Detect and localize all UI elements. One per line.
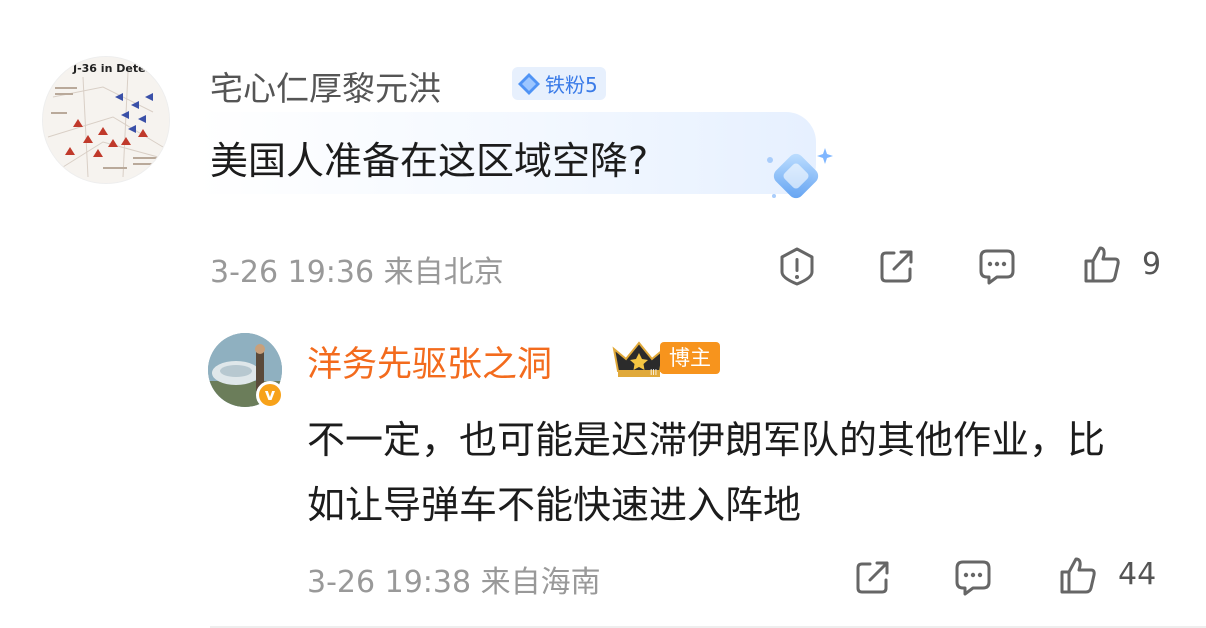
- comment-text-2: 不一定，也可能是迟滞伊朗军队的其他作业，比如让导弹车不能快速进入阵地: [307, 418, 1106, 527]
- report-icon[interactable]: [777, 246, 817, 286]
- like-count-1: 9: [1142, 247, 1162, 282]
- like-count-2: 44: [1118, 557, 1157, 592]
- comment-meta-1: 3-26 19:36 来自北京: [210, 255, 504, 290]
- fan-level-badge[interactable]: 铁粉5: [512, 67, 606, 100]
- verified-badge: v: [256, 381, 284, 409]
- svg-text:J-36 in Detern: J-36 in Detern: [72, 62, 159, 75]
- avatar-user-1[interactable]: J-36 in Detern: [42, 56, 170, 184]
- share-icon[interactable]: [877, 246, 917, 286]
- username-2[interactable]: 洋务先驱张之洞: [307, 336, 552, 387]
- host-badge: 博主: [660, 342, 720, 374]
- diamond-icon: [518, 72, 540, 95]
- username-1[interactable]: 宅心仁厚黎元洪: [210, 62, 441, 110]
- comment-meta-2: 3-26 19:38 来自海南: [307, 565, 601, 600]
- sparkle-diamond-icon: [767, 148, 833, 199]
- svg-text:III: III: [650, 368, 657, 377]
- comment-icon[interactable]: [977, 246, 1017, 286]
- thumb-up-icon[interactable]: [1082, 244, 1122, 284]
- comment-icon[interactable]: [953, 557, 993, 597]
- thumb-up-icon[interactable]: [1058, 555, 1098, 595]
- comment-text-1: 美国人准备在这区域空降?: [210, 139, 649, 183]
- share-icon[interactable]: [853, 557, 893, 597]
- fan-badge-label: 铁粉5: [545, 73, 598, 97]
